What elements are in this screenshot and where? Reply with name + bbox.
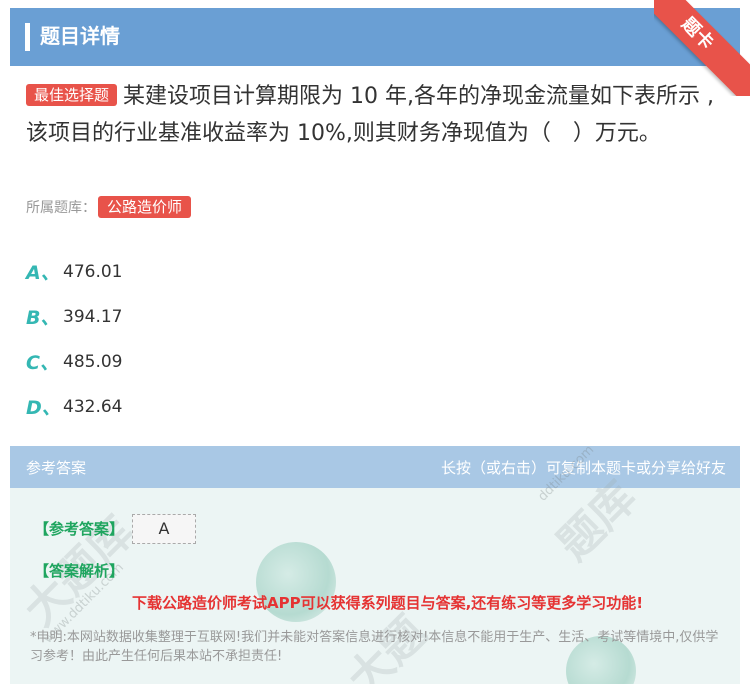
option-text: 432.64 (63, 396, 123, 417)
option-text: 476.01 (63, 261, 123, 282)
answer-panel: 参考答案 长按（或右击）可复制本题卡或分享给好友 大题库 题库 大题 www.d… (10, 446, 740, 684)
answer-panel-header: 参考答案 长按（或右击）可复制本题卡或分享给好友 (10, 446, 740, 488)
question-type-badge: 最佳选择题 (26, 84, 118, 106)
option-text: 394.17 (63, 306, 123, 327)
option-c[interactable]: C、 485.09 (26, 339, 726, 384)
source-label: 所属题库： (26, 200, 96, 216)
answer-panel-title: 参考答案 (26, 458, 87, 477)
download-app-link[interactable]: 下载公路造价师考试APP可以获得系列题目与答案,还有练习等更多学习功能! (132, 592, 643, 613)
question-source: 所属题库： 公路造价师 (26, 196, 192, 220)
disclaimer-text: *申明:本网站数据收集整理于互联网!我们并未能对答案信息进行核对!本信息不能用于… (30, 630, 719, 664)
options-list: A、 476.01 B、 394.17 C、 485.09 D、 432.64 (26, 249, 726, 429)
explanation-label: 【答案解析】 (34, 562, 125, 580)
option-a[interactable]: A、 476.01 (26, 249, 726, 294)
option-letter: D、 (26, 397, 61, 419)
question-stem: 最佳选择题 某建设项目计算期限为 10 年,各年的净现金流量如下表所示 ,该项目的… (26, 78, 726, 152)
option-letter: A、 (26, 262, 60, 284)
header-accent-bar (25, 23, 30, 51)
source-tag[interactable]: 公路造价师 (98, 196, 192, 218)
option-d[interactable]: D、 432.64 (26, 384, 726, 429)
page-title: 题目详情 (40, 24, 120, 48)
question-text: 某建设项目计算期限为 10 年,各年的净现金流量如下表所示 ,该项目的行业基准收… (26, 84, 714, 146)
option-letter: C、 (26, 352, 59, 374)
answer-value: A (132, 514, 196, 544)
option-b[interactable]: B、 394.17 (26, 294, 726, 339)
answer-label: 【参考答案】 (34, 520, 125, 538)
page-header: 题目详情 (10, 8, 740, 66)
option-letter: B、 (26, 307, 60, 329)
option-text: 485.09 (63, 351, 123, 372)
